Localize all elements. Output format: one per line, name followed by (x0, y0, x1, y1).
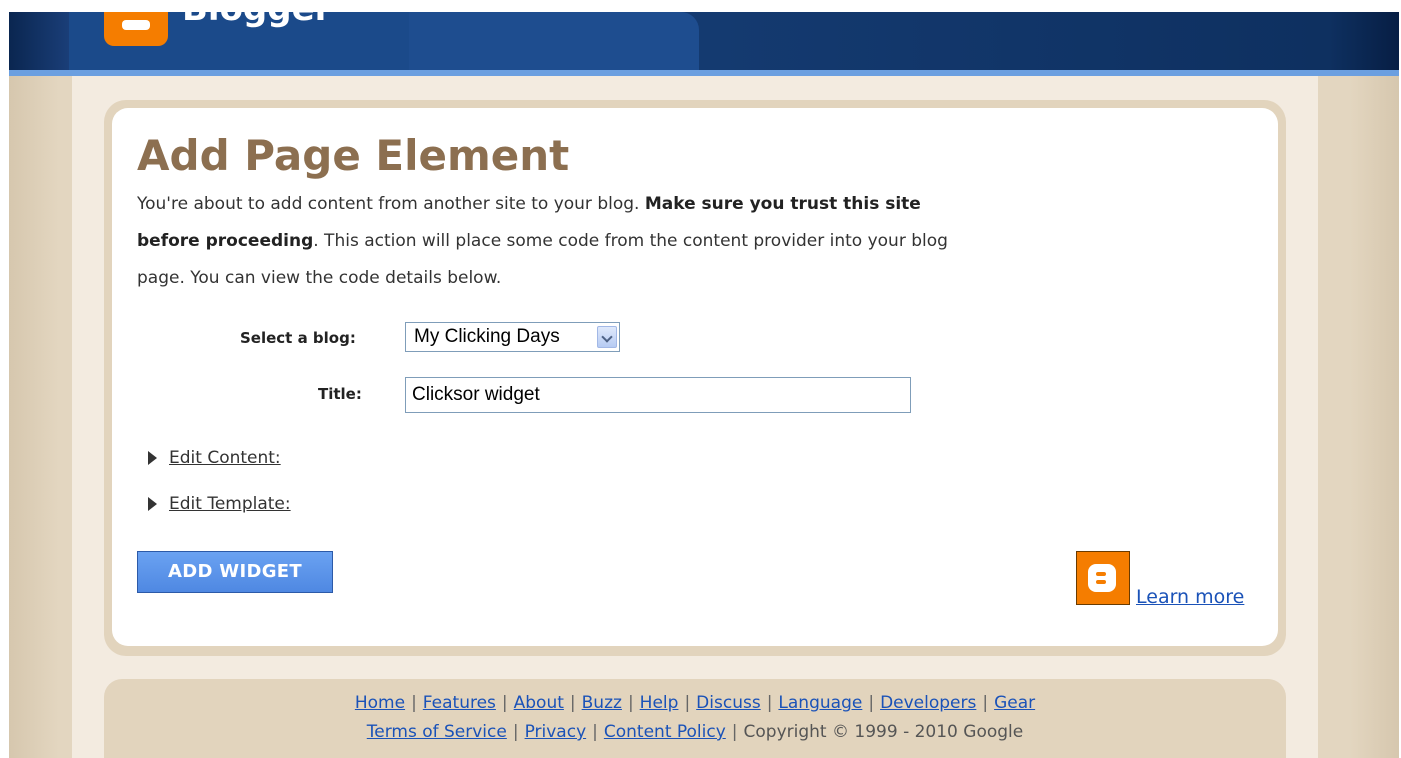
footer-separator: | (627, 693, 634, 713)
edit-content-expander[interactable]: Edit Content: (148, 448, 281, 470)
footer-separator: | (766, 693, 773, 713)
footer-link-content-policy[interactable]: Content Policy (604, 722, 726, 742)
footer-link-help[interactable]: Help (640, 693, 679, 713)
footer-link-buzz[interactable]: Buzz (582, 693, 622, 713)
footer-link-language[interactable]: Language (778, 693, 862, 713)
footer-links-row2: Terms of Service | Privacy | Content Policy |… (104, 722, 1286, 742)
select-blog-label: Select a blog: (240, 329, 356, 347)
header-tab-shape-right (409, 12, 699, 70)
edit-template-link[interactable]: Edit Template: (169, 494, 291, 514)
footer-link-gear[interactable]: Gear (994, 693, 1035, 713)
footer-link-features[interactable]: Features (423, 693, 496, 713)
title-label: Title: (318, 385, 362, 403)
footer-separator: | (684, 693, 691, 713)
footer-link-terms[interactable]: Terms of Service (367, 722, 507, 742)
footer-separator: | (512, 722, 519, 742)
footer-separator: | (731, 722, 738, 742)
title-input[interactable] (405, 377, 911, 413)
footer-link-privacy[interactable]: Privacy (525, 722, 587, 742)
edit-content-link[interactable]: Edit Content: (169, 448, 281, 468)
expand-triangle-icon[interactable] (148, 451, 157, 465)
intro-text: You're about to add content from another… (137, 186, 957, 297)
chevron-down-icon[interactable] (597, 326, 617, 348)
footer: Home | Features | About | Buzz | Help | Discuss | La… (104, 679, 1286, 758)
footer-link-developers[interactable]: Developers (880, 693, 976, 713)
edit-template-expander[interactable]: Edit Template: (148, 494, 291, 516)
footer-copyright: Copyright © 1999 - 2010 Google (743, 722, 1024, 742)
blog-select-dropdown[interactable]: My Clicking Days (405, 322, 620, 352)
footer-separator: | (868, 693, 875, 713)
footer-separator: | (501, 693, 508, 713)
footer-separator: | (982, 693, 989, 713)
footer-separator: | (592, 722, 598, 742)
expand-triangle-icon[interactable] (148, 497, 157, 511)
footer-links-row1: Home | Features | About | Buzz | Help | Discuss | La… (104, 693, 1286, 713)
footer-link-discuss[interactable]: Discuss (696, 693, 761, 713)
blogger-logo-text[interactable]: Blogger (182, 0, 331, 26)
footer-separator: | (411, 693, 417, 713)
footer-separator: | (569, 693, 576, 713)
footer-link-home[interactable]: Home (355, 693, 405, 713)
learn-more-link[interactable]: Learn more (1136, 586, 1244, 608)
blogger-small-logo-icon[interactable] (1076, 551, 1130, 605)
footer-link-about[interactable]: About (514, 693, 564, 713)
blogger-logo-icon[interactable] (104, 12, 168, 46)
page-title: Add Page Element (137, 131, 570, 180)
blog-select-value: My Clicking Days (414, 326, 560, 347)
intro-text-part1: You're about to add content from another… (137, 194, 645, 214)
add-widget-button[interactable]: ADD WIDGET (137, 551, 333, 593)
